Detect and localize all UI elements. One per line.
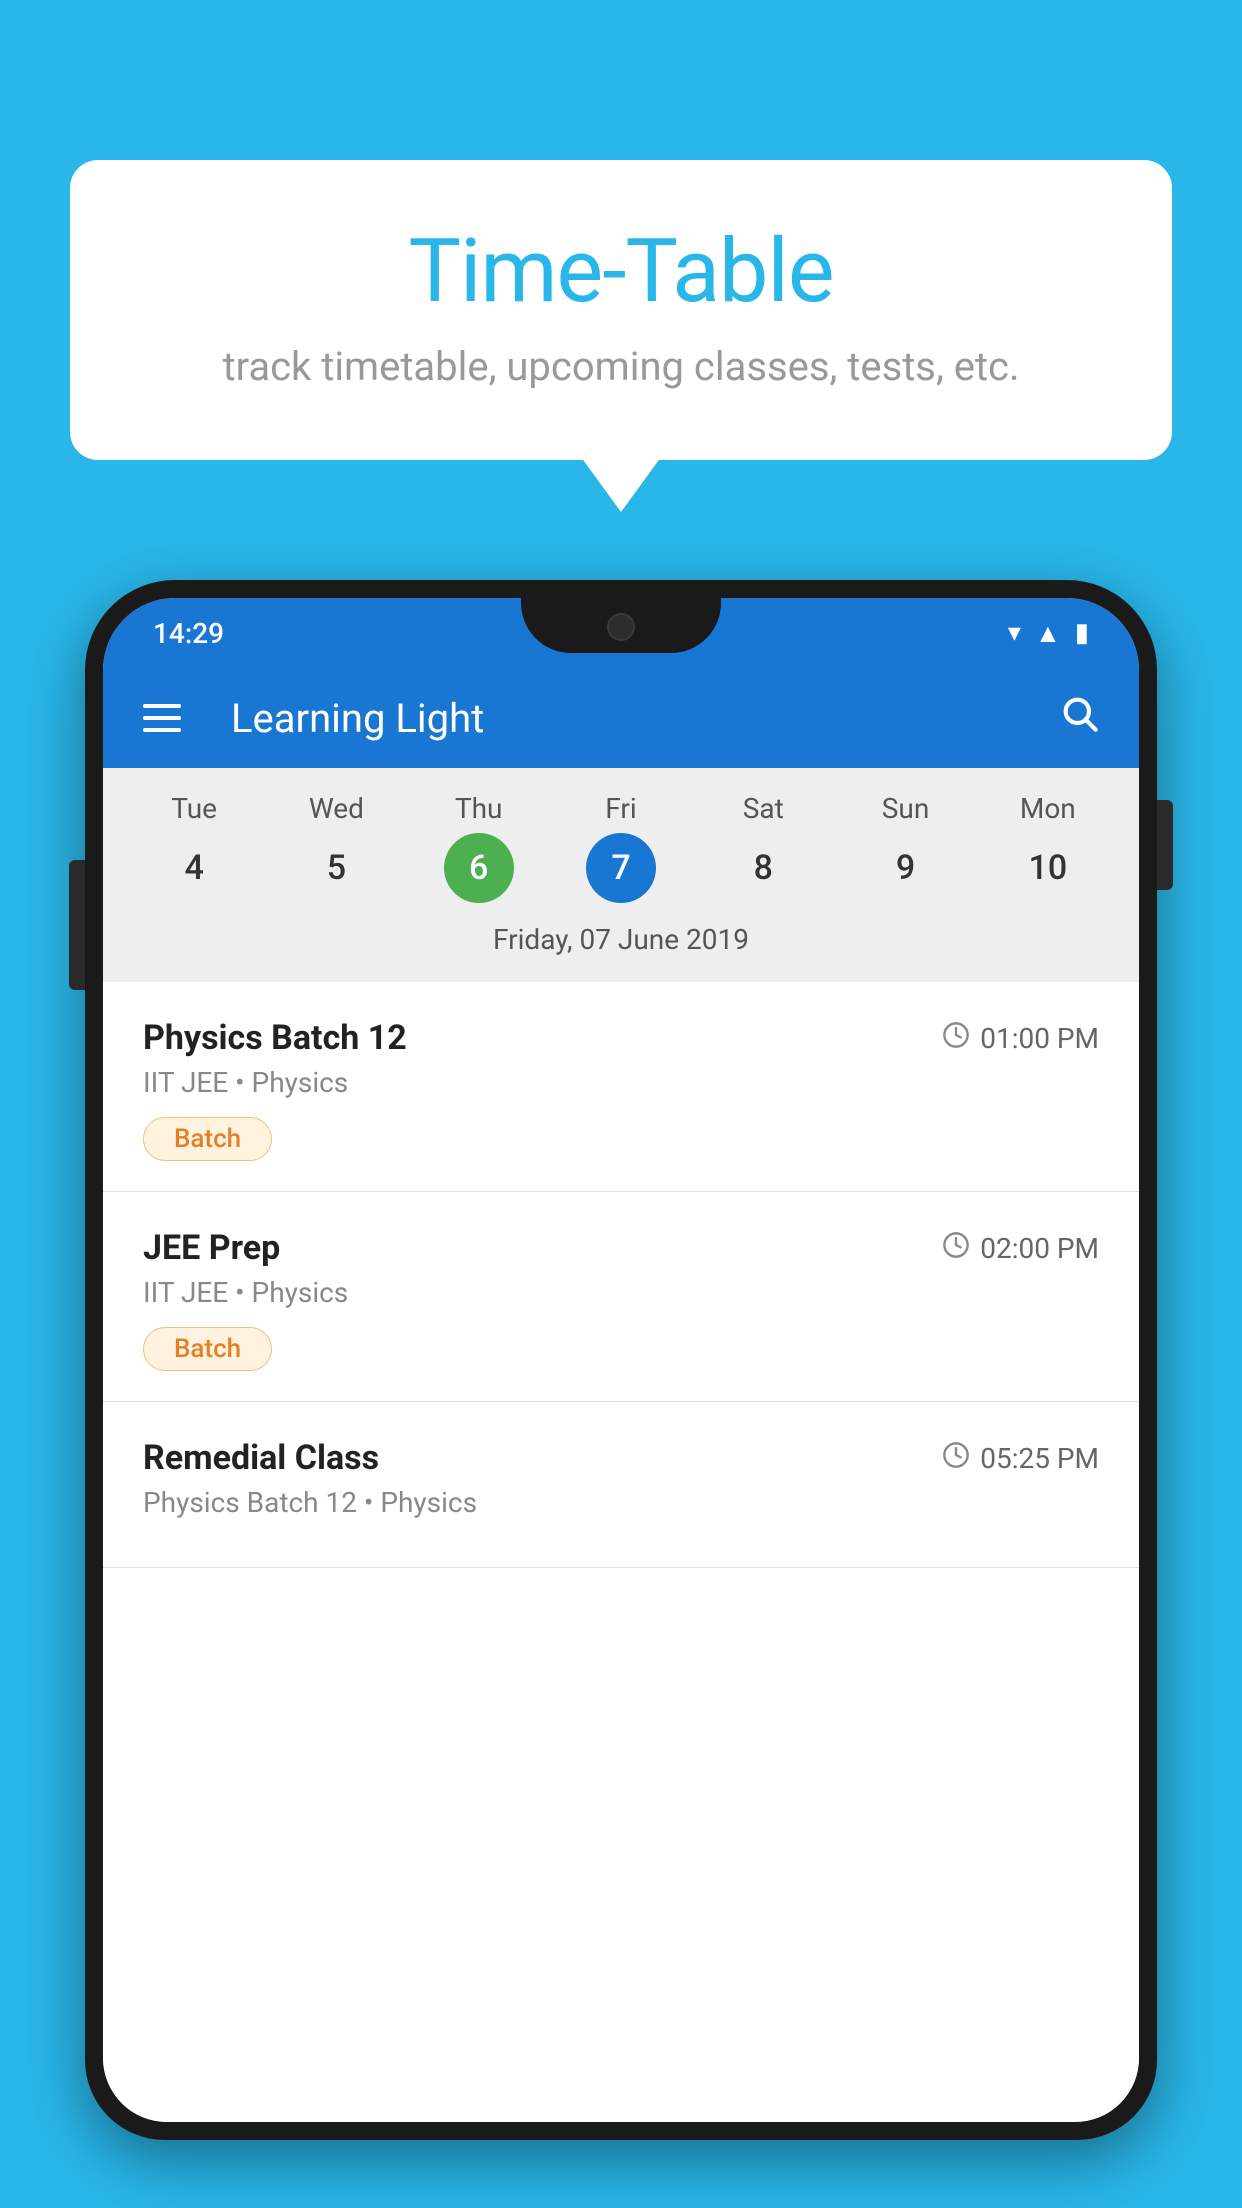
app-title: Learning Light	[231, 695, 1019, 742]
day-name-sat: Sat	[743, 792, 784, 825]
notch	[521, 598, 721, 653]
bubble-title: Time-Table	[150, 220, 1092, 323]
status-bar: 14:29 ▾ ▲ ▮	[103, 598, 1139, 668]
schedule-sub-1: IIT JEE • Physics	[143, 1276, 1099, 1309]
wifi-icon: ▾	[1008, 618, 1021, 648]
day-num-4[interactable]: 4	[159, 833, 229, 903]
schedule-title-0: Physics Batch 12	[143, 1018, 407, 1058]
clock-icon-0	[942, 1021, 970, 1056]
day-col-tue[interactable]: Tue 4	[129, 792, 259, 903]
batch-badge-0: Batch	[143, 1117, 272, 1161]
day-name-thu: Thu	[455, 792, 503, 825]
day-num-7[interactable]: 7	[586, 833, 656, 903]
day-col-mon[interactable]: Mon 10	[983, 792, 1113, 903]
phone-outer: 14:29 ▾ ▲ ▮ Learning Light	[85, 580, 1157, 2140]
day-col-sun[interactable]: Sun 9	[841, 792, 971, 903]
schedule-list[interactable]: Physics Batch 12 01:00 PM IIT JEE • Physic…	[103, 982, 1139, 2122]
battery-icon: ▮	[1075, 618, 1089, 648]
day-col-wed[interactable]: Wed 5	[271, 792, 401, 903]
day-num-5[interactable]: 5	[301, 833, 371, 903]
day-num-6[interactable]: 6	[444, 833, 514, 903]
schedule-time-2: 05:25 PM	[980, 1442, 1099, 1475]
day-col-sat[interactable]: Sat 8	[698, 792, 828, 903]
phone-container: 14:29 ▾ ▲ ▮ Learning Light	[85, 580, 1157, 2208]
schedule-title-1: JEE Prep	[143, 1228, 280, 1268]
clock-icon-1	[942, 1231, 970, 1266]
day-name-sun: Sun	[882, 792, 930, 825]
camera-dot	[607, 613, 635, 641]
search-button[interactable]	[1059, 693, 1099, 743]
schedule-title-2: Remedial Class	[143, 1438, 379, 1478]
phone-screen: 14:29 ▾ ▲ ▮ Learning Light	[103, 598, 1139, 2122]
status-icons: ▾ ▲ ▮	[1008, 618, 1089, 649]
day-name-fri: Fri	[605, 792, 636, 825]
day-num-10[interactable]: 10	[1013, 833, 1083, 903]
calendar-strip: Tue 4 Wed 5 Thu 6 Fri 7 Sat 8 Sun 9 Mon 10 Friday, 07…	[103, 768, 1139, 982]
speech-bubble: Time-Table track timetable, upcoming cla…	[70, 160, 1172, 460]
day-name-tue: Tue	[171, 792, 217, 825]
schedule-sub-2: Physics Batch 12 • Physics	[143, 1486, 1099, 1519]
selected-date-label: Friday, 07 June 2019	[123, 913, 1119, 972]
schedule-item-1[interactable]: JEE Prep 02:00 PM IIT JEE • Physics Batch	[103, 1192, 1139, 1402]
day-num-9[interactable]: 9	[871, 833, 941, 903]
schedule-sub-0: IIT JEE • Physics	[143, 1066, 1099, 1099]
day-col-thu[interactable]: Thu 6	[414, 792, 544, 903]
days-row: Tue 4 Wed 5 Thu 6 Fri 7 Sat 8 Sun 9 Mon 10	[123, 792, 1119, 903]
app-bar: Learning Light	[103, 668, 1139, 768]
day-col-fri[interactable]: Fri 7	[556, 792, 686, 903]
batch-badge-1: Batch	[143, 1327, 272, 1371]
day-num-8[interactable]: 8	[728, 833, 798, 903]
schedule-time-1: 02:00 PM	[980, 1232, 1099, 1265]
schedule-item-0[interactable]: Physics Batch 12 01:00 PM IIT JEE • Physic…	[103, 982, 1139, 1192]
day-name-mon: Mon	[1020, 792, 1076, 825]
schedule-time-0: 01:00 PM	[980, 1022, 1099, 1055]
schedule-item-2[interactable]: Remedial Class 05:25 PM Physics Batch 12 •…	[103, 1402, 1139, 1568]
signal-icon: ▲	[1035, 618, 1061, 649]
clock-icon-2	[942, 1441, 970, 1476]
day-name-wed: Wed	[309, 792, 364, 825]
bubble-subtitle: track timetable, upcoming classes, tests…	[150, 343, 1092, 390]
hamburger-menu-icon[interactable]	[143, 704, 181, 732]
status-time: 14:29	[153, 617, 224, 650]
speech-bubble-container: Time-Table track timetable, upcoming cla…	[70, 160, 1172, 460]
